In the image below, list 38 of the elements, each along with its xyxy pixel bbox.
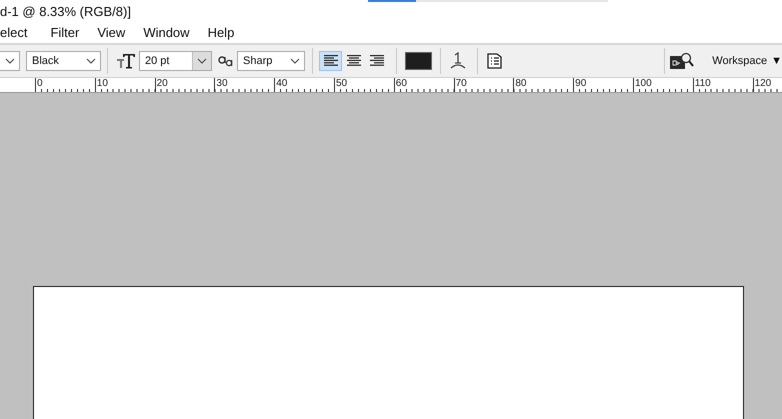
menu-item[interactable]: Help [198,25,244,40]
warp-text-icon[interactable] [450,52,466,70]
ruler-label: 60 [394,78,407,91]
menu-item[interactable]: Filter [41,25,88,40]
ruler-label: 50 [334,78,348,91]
font-family-dropdown[interactable] [0,51,20,71]
chevron-icon [197,58,207,64]
align-center-icon [346,55,360,67]
menu-item[interactable]: elect [0,25,42,40]
ruler-label: 100 [634,78,652,91]
align-left-icon [324,55,338,67]
chevron-icon [86,58,96,64]
ruler-label: 110 [694,78,711,91]
text-color-swatch[interactable] [405,52,432,70]
chevron-icon [290,58,300,64]
font-style-dropdown[interactable]: Black [26,51,101,71]
workspace-menu[interactable]: Workspace ▼ [712,55,782,67]
font-size-icon [116,53,136,69]
chevron-icon [5,58,15,64]
ruler-label: 10 [96,78,108,91]
menu-item[interactable]: Window [134,25,199,40]
menu-item[interactable]: View [88,25,134,40]
ruler-label: 40 [275,78,288,91]
align-right-icon [370,55,384,67]
ruler-label: 80 [514,78,526,91]
ruler-label: 70 [454,78,467,91]
anti-alias-icon [218,55,234,67]
bridge-search-icon[interactable] [670,52,694,70]
font-size-field[interactable]: 20 pt [139,51,212,71]
window-title: d-1 @ 8.33% (RGB/8)] [0,4,131,18]
panel-icon[interactable] [487,53,502,69]
ruler-label: 20 [156,78,168,91]
ruler-label: 30 [215,78,228,91]
ruler-label: 90 [574,78,586,91]
align-left-button[interactable] [319,51,342,71]
anti-alias-dropdown[interactable]: Sharp [237,51,305,71]
ruler-label: 0 [36,78,43,91]
ruler-label: 120 [754,78,772,91]
